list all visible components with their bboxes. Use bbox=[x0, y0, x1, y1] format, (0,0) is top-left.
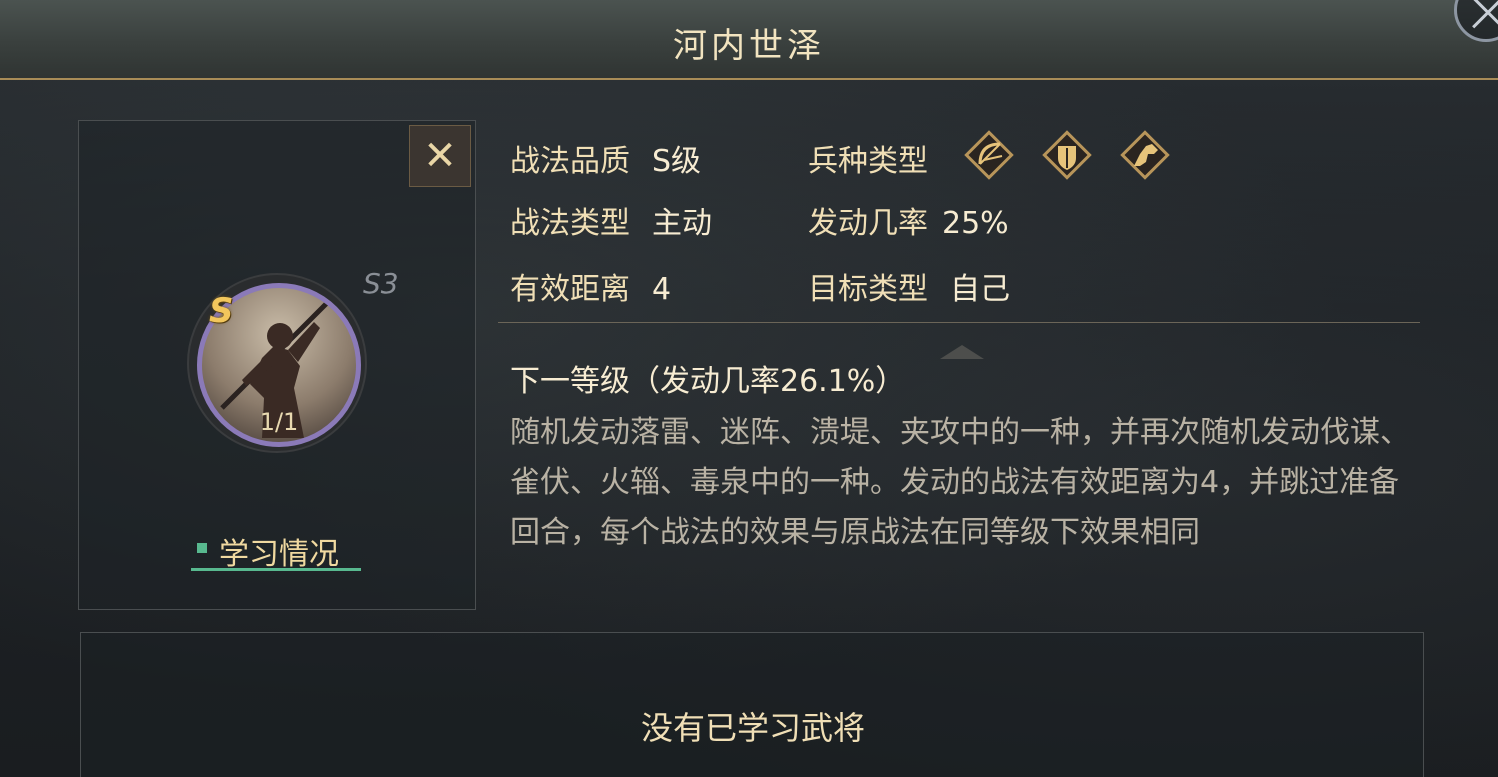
attr-target-value: 自己 bbox=[950, 272, 1010, 307]
attr-quality-value: S级 bbox=[652, 144, 702, 179]
attr-trigger: 发动几率 25% bbox=[808, 198, 1009, 242]
attr-type-label: 战法类型 bbox=[510, 206, 630, 241]
empty-state-message: 没有已学习武将 bbox=[640, 709, 865, 747]
skill-card: ✕ S3 1/1 S 学习情况 bbox=[78, 120, 476, 610]
attr-trigger-label: 发动几率 bbox=[808, 206, 928, 241]
tab-study-status-label: 学习情况 bbox=[219, 537, 339, 572]
remove-button[interactable]: ✕ bbox=[409, 125, 471, 187]
tab-indicator-icon bbox=[197, 543, 207, 553]
skill-medal[interactable]: 1/1 S bbox=[187, 273, 367, 453]
shield-icon[interactable] bbox=[1038, 126, 1096, 184]
attr-target-label: 目标类型 bbox=[808, 272, 928, 307]
archer-icon[interactable] bbox=[960, 126, 1018, 184]
attr-range-label: 有效距离 bbox=[510, 272, 630, 307]
attr-type: 战法类型 主动 bbox=[510, 198, 712, 242]
attr-target: 目标类型 自己 bbox=[808, 264, 1010, 308]
skill-count: 1/1 bbox=[259, 408, 299, 436]
attr-range-value: 4 bbox=[652, 272, 672, 307]
tab-study-status[interactable]: 学习情况 bbox=[191, 527, 361, 572]
attr-troop-label: 兵种类型 bbox=[808, 144, 928, 179]
attr-range: 有效距离 4 bbox=[510, 264, 671, 308]
caret-up-icon bbox=[940, 345, 984, 359]
grade-badge: S bbox=[209, 291, 234, 331]
attr-quality-label: 战法品质 bbox=[510, 144, 630, 179]
season-label: S3 bbox=[363, 267, 399, 300]
title-bar: 河内世泽 bbox=[0, 0, 1498, 80]
skill-description: 随机发动落雷、迷阵、溃堤、夹攻中的一种，并再次随机发动伐谋、雀伏、火辎、毒泉中的… bbox=[510, 415, 1410, 550]
attr-type-value: 主动 bbox=[652, 206, 712, 241]
attr-troop: 兵种类型 bbox=[808, 136, 928, 180]
learned-generals-panel: 没有已学习武将 bbox=[80, 632, 1424, 777]
page-title: 河内世泽 bbox=[673, 26, 825, 66]
cavalry-icon[interactable] bbox=[1116, 126, 1174, 184]
next-level-heading: 下一等级（发动几率26.1%） bbox=[510, 364, 906, 399]
attr-trigger-value: 25% bbox=[942, 206, 1009, 241]
section-divider bbox=[498, 322, 1420, 323]
attr-quality: 战法品质 S级 bbox=[510, 136, 701, 180]
